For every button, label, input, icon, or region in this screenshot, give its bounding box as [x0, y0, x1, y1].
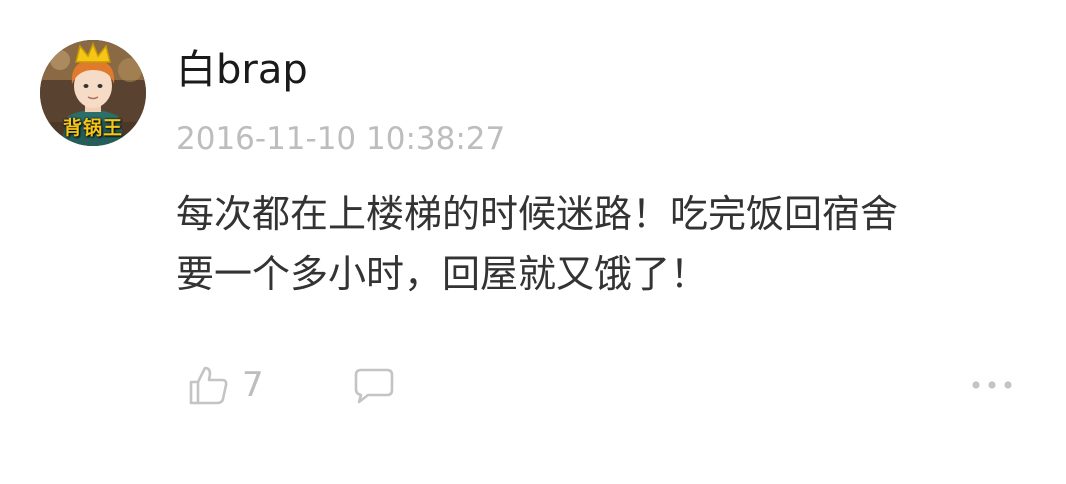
more-dots-icon [972, 381, 1012, 389]
comment-bubble-icon [354, 368, 394, 404]
like-count: 7 [242, 365, 264, 405]
avatar[interactable]: 背锅王 [40, 40, 146, 146]
comment-text-line: 要一个多小时，回屋就又饿了！ [176, 252, 709, 296]
avatar-badge-text: 背锅王 [62, 117, 123, 139]
comment-text: 每次都在上楼梯的时候迷路！吃完饭回宿舍 要一个多小时，回屋就又饿了！ [176, 184, 1036, 304]
more-button[interactable] [970, 360, 1014, 410]
username[interactable]: 白brap [176, 44, 308, 96]
thumbs-up-icon [189, 366, 228, 405]
comment-text-line: 每次都在上楼梯的时候迷路！吃完饭回宿舍 [176, 192, 899, 236]
timestamp: 2016-11-10 10:38:27 [176, 121, 506, 157]
like-button[interactable]: 7 [186, 360, 264, 410]
comment-button[interactable] [352, 360, 396, 410]
